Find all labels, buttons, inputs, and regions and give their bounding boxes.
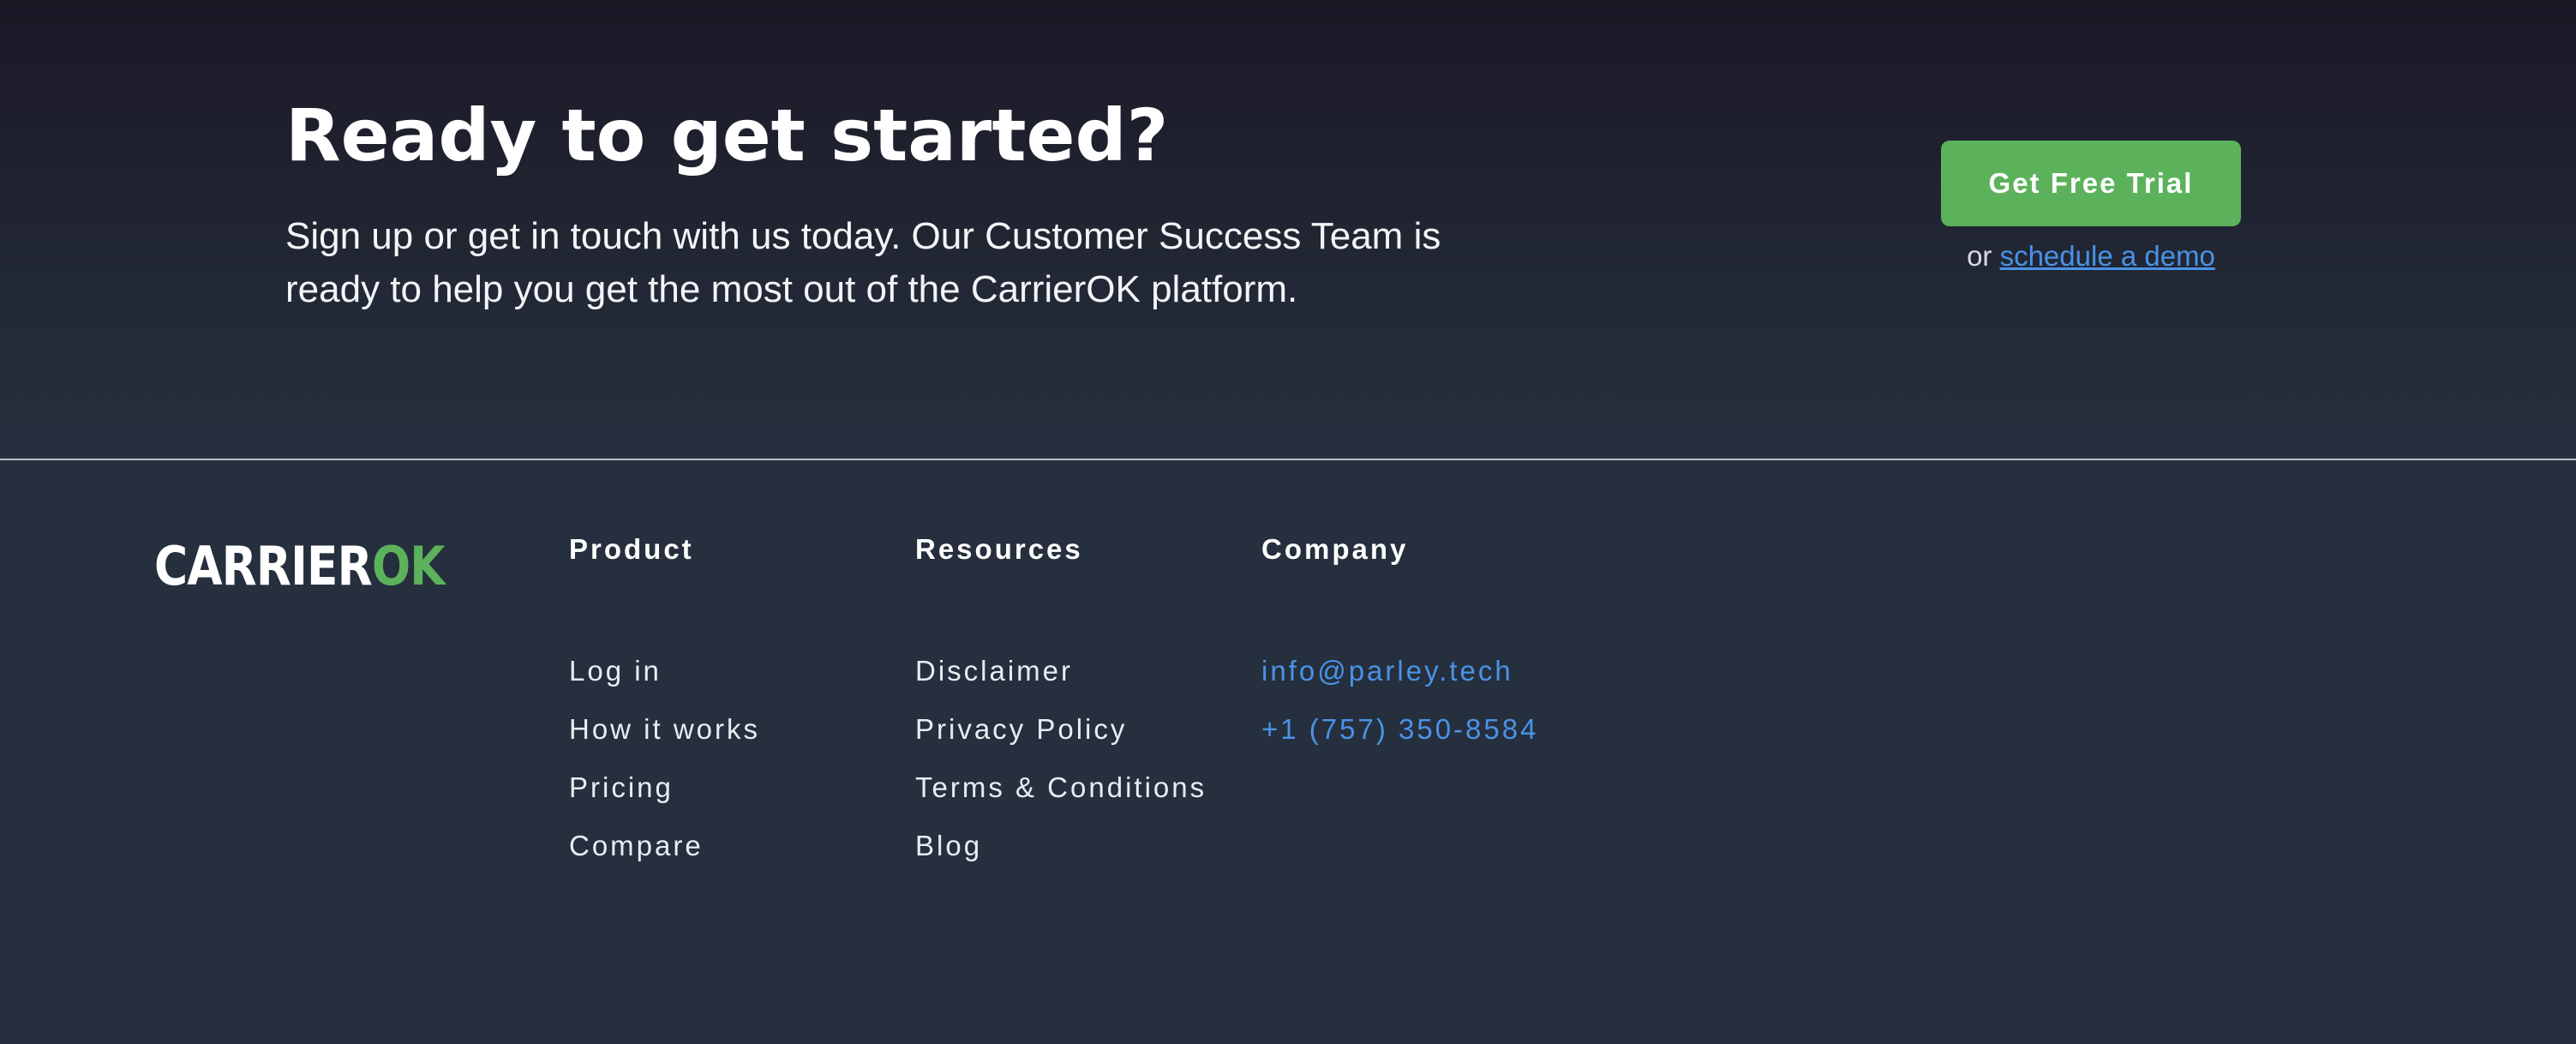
logo-accent-text: OK bbox=[371, 535, 446, 597]
footer-column-product: Product Log in How it works Pricing Comp… bbox=[569, 531, 895, 861]
cta-description: Sign up or get in touch with us today. O… bbox=[285, 215, 1441, 310]
footer-link-compare[interactable]: Compare bbox=[569, 817, 760, 875]
footer-link-how-it-works[interactable]: How it works bbox=[569, 700, 760, 759]
footer-column-company: Company info@parley.tech +1 (757) 350-85… bbox=[1261, 531, 1587, 745]
footer-heading-company: Company bbox=[1261, 533, 1409, 565]
footer-heading-product: Product bbox=[569, 533, 694, 565]
site-footer: CARRIEROK Product Log in How it works Pr… bbox=[0, 460, 2576, 1044]
logo-main-text: CARRIER bbox=[154, 535, 373, 597]
phone-link[interactable]: +1 (757) 350-8584 bbox=[1261, 700, 1538, 759]
email-link[interactable]: info@parley.tech bbox=[1261, 642, 1538, 700]
footer-links-product: Log in How it works Pricing Compare bbox=[569, 642, 760, 875]
footer-link-disclaimer[interactable]: Disclaimer bbox=[915, 642, 1207, 700]
schedule-demo-link[interactable]: schedule a demo bbox=[2000, 240, 2215, 272]
cta-section: Ready to get started? Sign up or get in … bbox=[0, 0, 2576, 459]
get-free-trial-button[interactable]: Get Free Trial bbox=[1941, 141, 2241, 226]
footer-link-blog[interactable]: Blog bbox=[915, 817, 1207, 875]
footer-link-pricing[interactable]: Pricing bbox=[569, 759, 760, 817]
carrierok-logo[interactable]: CARRIEROK bbox=[154, 535, 446, 597]
schedule-demo-line: or schedule a demo bbox=[1941, 237, 2241, 275]
footer-link-log-in[interactable]: Log in bbox=[569, 642, 760, 700]
demo-prefix: or bbox=[1967, 240, 1992, 272]
footer-links-resources: Disclaimer Privacy Policy Terms & Condit… bbox=[915, 642, 1207, 875]
footer-link-terms-conditions[interactable]: Terms & Conditions bbox=[915, 759, 1207, 817]
cta-title: Ready to get started? bbox=[285, 93, 1169, 177]
footer-link-privacy-policy[interactable]: Privacy Policy bbox=[915, 700, 1207, 759]
footer-heading-resources: Resources bbox=[915, 533, 1083, 565]
footer-column-resources: Resources Disclaimer Privacy Policy Term… bbox=[915, 531, 1241, 861]
footer-links-company: info@parley.tech +1 (757) 350-8584 bbox=[1261, 642, 1538, 759]
